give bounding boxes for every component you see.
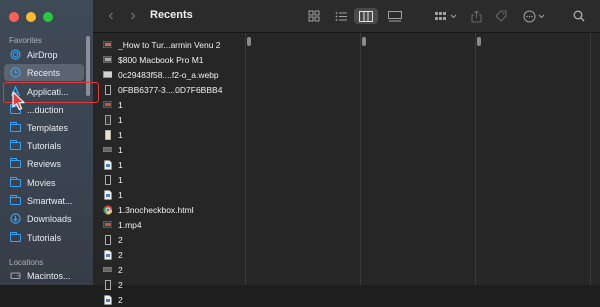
video-thumbnail-icon — [103, 220, 112, 230]
sidebar-item-label: Tutorials — [27, 232, 62, 243]
sidebar-item-label: ...duction — [27, 104, 64, 115]
back-button[interactable]: ‹ — [103, 7, 119, 24]
phone-screenshot-icon — [103, 129, 112, 140]
downloads-icon — [10, 213, 21, 224]
list-item[interactable]: 2 — [103, 262, 123, 277]
finder-window: Favorites AirDrop Recents Applicati... .… — [0, 0, 600, 305]
close-button[interactable] — [9, 12, 19, 22]
list-item[interactable]: 1.3nocheckbox.html — [103, 202, 194, 217]
list-view-icon[interactable] — [332, 8, 350, 24]
sidebar-item-recents[interactable]: Recents — [4, 64, 84, 81]
favorites-heading: Favorites — [9, 36, 42, 45]
folder-icon — [9, 231, 21, 243]
column-view-icon[interactable] — [354, 8, 378, 24]
image-thumbnail-icon — [103, 70, 112, 80]
sidebar-item-airdrop[interactable]: AirDrop — [4, 46, 84, 63]
document-icon — [103, 294, 112, 305]
gallery-view-icon[interactable] — [386, 8, 404, 24]
sidebar-item-label: Movies — [27, 177, 56, 188]
sidebar-item-label: Smartwat... — [27, 195, 73, 206]
sidebar-item-label: Downloads — [27, 213, 72, 224]
locations-heading: Locations — [9, 258, 44, 267]
column-divider[interactable] — [590, 33, 591, 285]
video-thumbnail-icon — [103, 55, 112, 65]
file-list-column: _How to Tur...armin Venu 2 $800 Macbook … — [93, 33, 245, 305]
disk-icon — [10, 270, 21, 281]
column-scrollbar[interactable] — [362, 37, 366, 46]
image-thumbnail-icon — [103, 145, 112, 155]
sidebar-item-label: AirDrop — [27, 49, 58, 60]
pointer-cursor-icon — [12, 91, 25, 111]
list-item[interactable]: 2 — [103, 232, 123, 247]
sidebar-item-label: Templates — [27, 122, 69, 133]
sidebar-item-tutorials-2[interactable]: Tutorials — [4, 229, 84, 246]
list-item[interactable]: 2 — [103, 247, 123, 262]
list-item[interactable]: 1 — [103, 157, 123, 172]
search-icon[interactable] — [571, 8, 587, 24]
sidebar-item-label: Macintos... — [27, 270, 71, 281]
document-icon — [103, 159, 112, 170]
folder-icon — [9, 176, 21, 188]
column-divider[interactable] — [360, 33, 361, 285]
list-item[interactable]: $800 Macbook Pro M1 — [103, 52, 204, 67]
column-divider[interactable] — [245, 33, 246, 285]
phone-screenshot-icon — [103, 84, 112, 95]
zoom-button[interactable] — [43, 12, 53, 22]
image-thumbnail-icon — [103, 265, 112, 275]
folder-icon — [9, 157, 21, 169]
column-divider[interactable] — [475, 33, 476, 285]
sidebar-item-templates[interactable]: Templates — [4, 119, 84, 136]
column-scrollbar[interactable] — [247, 37, 251, 46]
sidebar-item-label: Recents — [27, 67, 61, 78]
tag-icon[interactable] — [493, 8, 509, 24]
column-scrollbar[interactable] — [477, 37, 481, 46]
more-icon[interactable] — [521, 8, 549, 24]
folder-icon — [9, 194, 21, 206]
grid-view-icon[interactable] — [305, 8, 323, 24]
list-item[interactable]: 1 — [103, 127, 123, 142]
phone-screenshot-icon — [103, 174, 112, 185]
airdrop-icon — [10, 49, 21, 60]
group-icon[interactable] — [432, 8, 460, 24]
sidebar: Favorites AirDrop Recents Applicati... .… — [0, 0, 93, 285]
phone-screenshot-icon — [103, 234, 112, 245]
list-item[interactable]: 1 — [103, 112, 123, 127]
list-item[interactable]: 1 — [103, 142, 123, 157]
list-item[interactable]: 1 — [103, 172, 123, 187]
sidebar-item-movies[interactable]: Movies — [4, 174, 84, 191]
sidebar-item-label: Reviews — [27, 158, 62, 169]
list-item[interactable]: 1 — [103, 97, 123, 112]
list-item[interactable]: 1 — [103, 187, 123, 202]
sidebar-item-smartwatch[interactable]: Smartwat... — [4, 192, 84, 209]
sidebar-item-downloads[interactable]: Downloads — [4, 210, 84, 227]
folder-icon — [9, 121, 21, 133]
sidebar-item-reviews[interactable]: Reviews — [4, 155, 84, 172]
list-item[interactable]: _How to Tur...armin Venu 2 — [103, 37, 221, 52]
sidebar-item-macintosh-hd[interactable]: Macintos... — [4, 267, 84, 284]
video-thumbnail-icon — [103, 100, 112, 110]
toolbar: ‹ › Recents — [93, 0, 600, 33]
list-item[interactable]: 0FBB6377-3....0D7F6BBB4 — [103, 82, 222, 97]
minimize-button[interactable] — [26, 12, 36, 22]
list-item[interactable]: 2 — [103, 292, 123, 307]
document-icon — [103, 249, 112, 260]
phone-screenshot-icon — [103, 114, 112, 125]
window-title: Recents — [150, 9, 193, 21]
share-icon[interactable] — [468, 8, 484, 24]
list-item[interactable]: 1.mp4 — [103, 217, 142, 232]
folder-icon — [9, 139, 21, 151]
sidebar-item-tutorials[interactable]: Tutorials — [4, 137, 84, 154]
window-controls — [9, 12, 53, 22]
sidebar-item-label: Tutorials — [27, 140, 62, 151]
clock-icon — [10, 67, 21, 78]
list-item[interactable]: 0c29483f58....f2-o_a.webp — [103, 67, 219, 82]
document-icon — [103, 189, 112, 200]
chrome-icon — [103, 205, 112, 215]
forward-button[interactable]: › — [125, 7, 141, 24]
video-thumbnail-icon — [103, 40, 112, 50]
